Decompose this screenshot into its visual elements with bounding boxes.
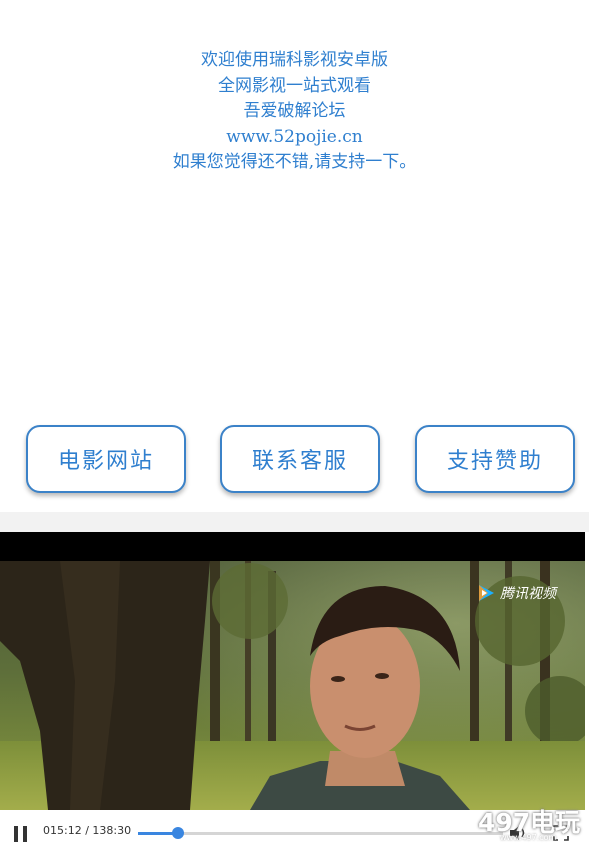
pause-icon-bar [23, 826, 27, 842]
site-watermark-url: www.497.com [500, 833, 557, 842]
welcome-line-subtitle: 全网影视一站式观看 [218, 75, 371, 96]
welcome-message: 欢迎使用瑞科影视安卓版 全网影视一站式观看 吾爱破解论坛 www.52pojie… [0, 48, 589, 176]
welcome-line-support: 如果您觉得还不错,请支持一下。 [172, 152, 417, 172]
tencent-video-logo-icon [479, 585, 494, 601]
section-divider [0, 512, 589, 532]
video-player[interactable] [0, 532, 585, 810]
pause-icon [14, 826, 18, 842]
current-time: 015:12 [43, 824, 82, 837]
contact-service-button[interactable]: 联系客服 [220, 425, 380, 493]
time-display: 015:12 / 138:30 [43, 824, 131, 837]
welcome-line-title: 欢迎使用瑞科影视安卓版 [201, 50, 388, 70]
support-donate-button[interactable]: 支持赞助 [415, 425, 575, 493]
movie-site-button[interactable]: 电影网站 [26, 425, 186, 493]
watermark-label: 腾讯视频 [500, 586, 556, 602]
tencent-video-watermark: 腾讯视频 [476, 583, 556, 603]
progress-track[interactable] [138, 827, 503, 839]
progress-handle[interactable] [172, 827, 185, 839]
pause-button[interactable] [14, 826, 28, 842]
welcome-line-url: www.52pojie.cn [226, 126, 363, 147]
total-time: 138:30 [92, 824, 132, 837]
welcome-line-forum: 吾爱破解论坛 [243, 101, 346, 121]
